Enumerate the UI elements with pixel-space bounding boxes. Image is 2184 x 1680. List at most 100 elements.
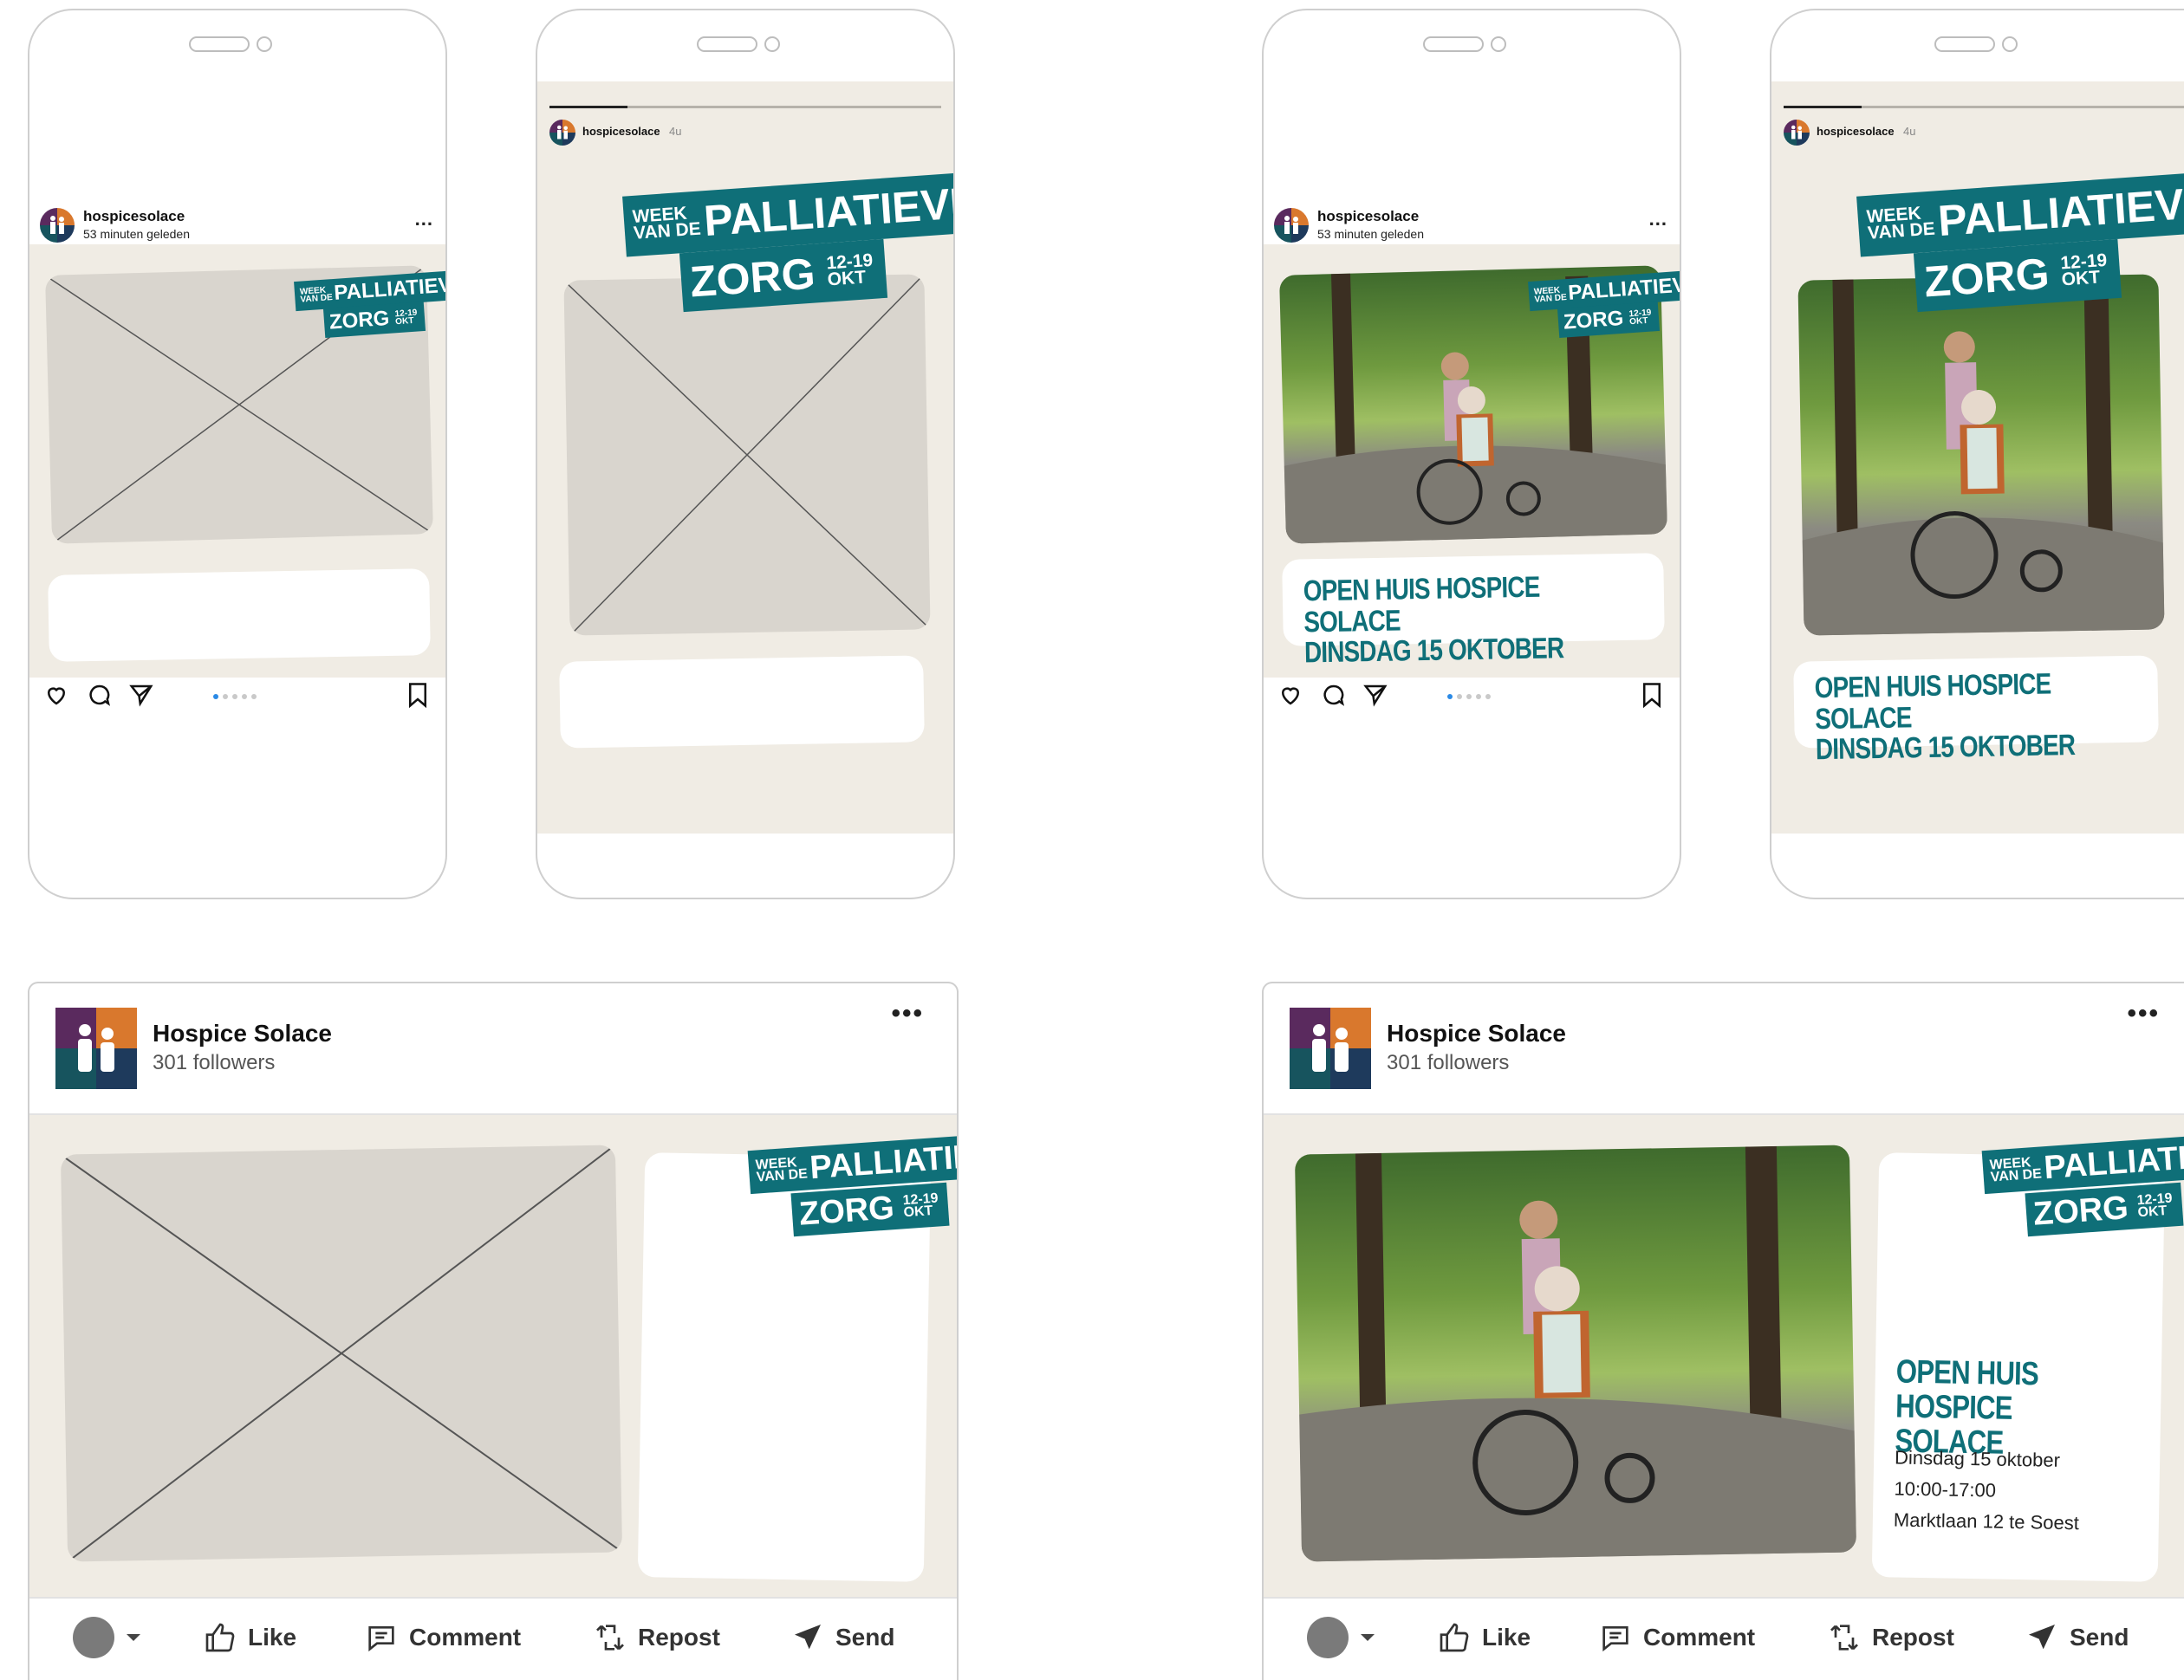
photo-park-wheelchair — [1294, 1145, 1857, 1562]
username[interactable]: hospicesolace — [83, 208, 185, 225]
linkedin-post: Hospice Solace 301 followers ••• OPEN HU… — [1262, 982, 2184, 1680]
post-actions — [1264, 682, 1680, 720]
post-content: WEEK VAN DE PALLIATIEVE ZORG 12-19 OKT — [29, 1113, 957, 1599]
event-date: DINSDAG 15 OKTOBER — [1815, 729, 2076, 767]
like-button[interactable]: Like — [1437, 1607, 1531, 1668]
caret-down-icon — [1361, 1634, 1375, 1641]
phone-camera — [257, 36, 272, 52]
like-button[interactable]: Like — [203, 1607, 296, 1668]
send-button[interactable]: Send — [790, 1607, 894, 1668]
post-actions — [29, 682, 445, 720]
event-title: OPEN HUIS HOSPICE SOLACE — [1303, 570, 1540, 639]
phone-instagram-post-placeholder: hospicesolace 53 minuten geleden ... WEE… — [28, 9, 447, 899]
people-icon — [50, 216, 64, 234]
post-time: 53 minuten geleden — [83, 227, 190, 241]
username[interactable]: hospicesolace — [1817, 125, 1895, 138]
story-content: hospicesolace 4u WEEK VAN DE PALLIATIEVE Z… — [537, 81, 953, 834]
avatar[interactable] — [1274, 208, 1309, 243]
post-header: hospicesolace 53 minuten geleden ... — [29, 203, 445, 244]
phone-speaker — [697, 36, 757, 52]
reaction-selector[interactable] — [1307, 1607, 1376, 1668]
comment-button[interactable]: Comment — [1598, 1607, 1755, 1668]
bookmark-icon[interactable] — [1640, 682, 1664, 708]
people-icon — [1284, 216, 1298, 234]
post-content: OPEN HUIS HOSPICE SOLACE DINSDAG 15 OKTO… — [1264, 244, 1680, 678]
caret-down-icon — [127, 1634, 140, 1641]
post-content: OPEN HUIS HOSPICE SOLACE Dinsdag 15 okto… — [1264, 1113, 2184, 1599]
comment-icon — [1602, 1626, 1628, 1652]
event-title-line1: OPEN HUIS — [1895, 1353, 2039, 1393]
share-icon[interactable] — [128, 682, 154, 708]
send-label: Send — [2070, 1624, 2129, 1651]
heart-icon[interactable] — [1277, 682, 1303, 708]
thumbs-up-icon — [1440, 1623, 1469, 1652]
repost-button[interactable]: Repost — [1827, 1607, 1954, 1668]
heart-icon[interactable] — [43, 682, 69, 708]
image-placeholder — [563, 274, 931, 636]
avatar[interactable] — [40, 208, 75, 243]
share-icon[interactable] — [1362, 682, 1388, 708]
comment-icon — [368, 1626, 394, 1652]
event-title: OPEN HUIS HOSPICE SOLACE — [1814, 667, 2051, 736]
post-time: 53 minuten geleden — [1317, 227, 1424, 241]
event-details: Dinsdag 15 oktober 10:00-17:00 Marktlaan… — [1894, 1443, 2081, 1540]
company-name[interactable]: Hospice Solace — [1387, 1020, 1566, 1048]
send-label: Send — [835, 1624, 895, 1651]
people-icon — [78, 1024, 114, 1072]
avatar[interactable] — [549, 120, 575, 146]
carousel-indicator — [213, 694, 257, 699]
repost-label: Repost — [638, 1624, 720, 1651]
company-name[interactable]: Hospice Solace — [153, 1020, 332, 1048]
repost-button[interactable]: Repost — [593, 1607, 720, 1668]
text-card-placeholder — [559, 655, 925, 749]
park-scene — [1802, 275, 2165, 636]
park-scene — [1299, 1145, 1857, 1562]
comment-label: Comment — [1643, 1624, 1756, 1651]
phone-instagram-post: hospicesolace 53 minuten geleden ... OPE… — [1262, 9, 1681, 899]
more-options-button[interactable]: ... — [1649, 208, 1667, 230]
post-header: hospicesolace 53 minuten geleden ... — [1264, 203, 1680, 244]
company-logo[interactable] — [55, 1008, 137, 1089]
comment-icon[interactable] — [87, 682, 113, 708]
people-icon — [1791, 125, 1802, 139]
comment-icon[interactable] — [1321, 682, 1347, 708]
event-date: Dinsdag 15 oktober — [1894, 1446, 2061, 1471]
post-content: WEEK VAN DE PALLIATIEVE ZORG 12-19 OKT — [29, 244, 445, 678]
people-icon — [1312, 1024, 1349, 1072]
like-label: Like — [1482, 1624, 1531, 1651]
people-icon — [557, 125, 568, 139]
like-label: Like — [248, 1624, 297, 1651]
avatar[interactable] — [1784, 120, 1810, 146]
post-actions: Like Comment Repost Send — [29, 1607, 957, 1677]
event-hours: 10:00-17:00 — [1894, 1477, 1997, 1502]
followers-count: 301 followers — [153, 1051, 276, 1074]
more-options-button[interactable]: ••• — [891, 999, 924, 1028]
story-time: 4u — [1903, 125, 1916, 138]
company-logo[interactable] — [1290, 1008, 1371, 1089]
phone-instagram-story-placeholder: hospicesolace 4u WEEK VAN DE PALLIATIEVE Z… — [536, 9, 955, 899]
event-address: Marktlaan 12 te Soest — [1893, 1508, 2080, 1534]
repost-icon — [596, 1625, 624, 1651]
linkedin-post-placeholder: Hospice Solace 301 followers ••• WEEK VAN… — [28, 982, 959, 1680]
phone-speaker — [189, 36, 250, 52]
more-options-button[interactable]: ... — [415, 208, 433, 230]
phone-speaker — [1423, 36, 1484, 52]
event-date: DINSDAG 15 OKTOBER — [1303, 632, 1564, 670]
more-options-button[interactable]: ••• — [2127, 999, 2160, 1028]
text-card-placeholder — [48, 568, 431, 662]
story-progress-bar — [549, 106, 941, 108]
send-button[interactable]: Send — [2025, 1607, 2129, 1668]
phone-speaker — [1934, 36, 1995, 52]
reaction-selector[interactable] — [73, 1607, 142, 1668]
phone-camera — [764, 36, 780, 52]
comment-label: Comment — [409, 1624, 522, 1651]
repost-icon — [1830, 1625, 1858, 1651]
phone-instagram-story: hospicesolace 4u OPEN HUIS HOSPICE SOLAC… — [1770, 9, 2184, 899]
bookmark-icon[interactable] — [406, 682, 430, 708]
username[interactable]: hospicesolace — [1317, 208, 1419, 225]
username[interactable]: hospicesolace — [582, 125, 660, 138]
story-time: 4u — [669, 125, 682, 138]
followers-count: 301 followers — [1387, 1051, 1510, 1074]
comment-button[interactable]: Comment — [364, 1607, 521, 1668]
event-card: OPEN HUIS HOSPICE SOLACE DINSDAG 15 OKTO… — [1282, 553, 1665, 670]
